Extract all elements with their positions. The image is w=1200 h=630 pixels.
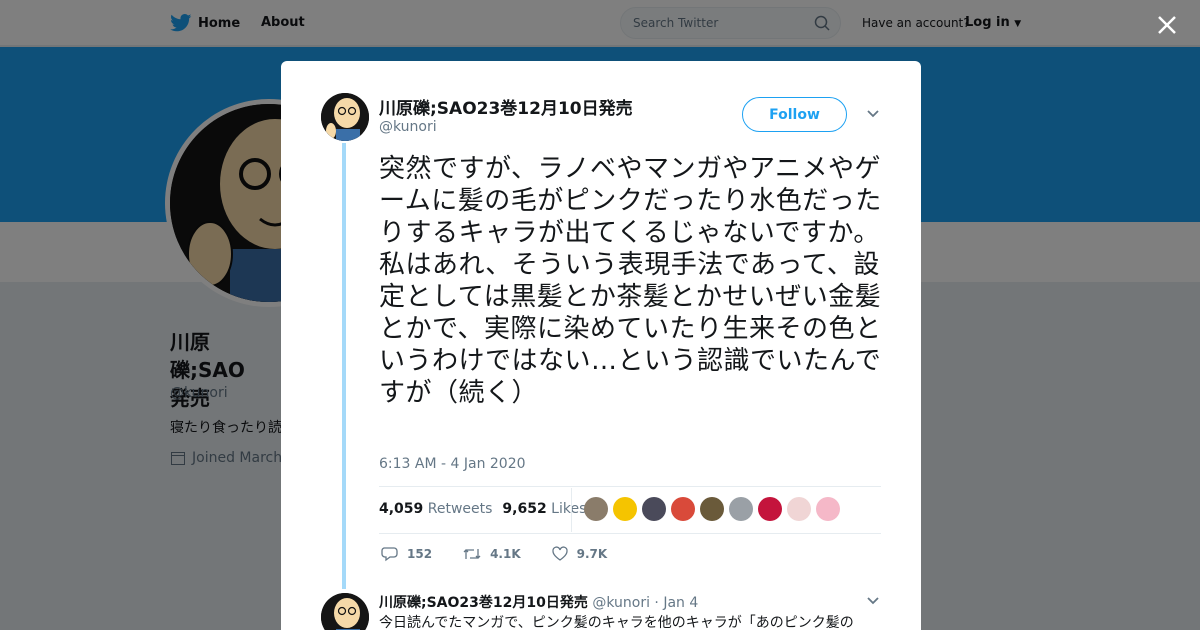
tweet-stats: 4,059 Retweets 9,652 Likes bbox=[379, 501, 586, 517]
reply-separator: · bbox=[654, 595, 659, 611]
author-avatar[interactable] bbox=[321, 93, 369, 141]
like-count: 9.7K bbox=[576, 547, 608, 561]
cartoon-avatar-image bbox=[321, 593, 369, 630]
divider bbox=[379, 533, 881, 534]
liker-avatar[interactable] bbox=[787, 497, 811, 521]
close-icon[interactable] bbox=[1155, 13, 1179, 37]
reply-author-name[interactable]: 川原礫;SAO23巻12月10日発売 bbox=[379, 595, 588, 611]
liker-avatar[interactable] bbox=[758, 497, 782, 521]
liker-avatar[interactable] bbox=[584, 497, 608, 521]
thread-line bbox=[342, 143, 346, 589]
author-name[interactable]: 川原礫;SAO23巻12月10日発売 bbox=[379, 94, 633, 119]
retweet-icon bbox=[463, 549, 481, 559]
reply-date[interactable]: Jan 4 bbox=[663, 595, 698, 611]
chevron-down-icon[interactable] bbox=[866, 596, 880, 606]
reply-count: 152 bbox=[407, 547, 433, 561]
cartoon-avatar-image bbox=[321, 93, 369, 141]
like-button[interactable]: 9.7K bbox=[551, 546, 608, 562]
tweet-timestamp[interactable]: 6:13 AM - 4 Jan 2020 bbox=[379, 456, 526, 472]
liker-avatar[interactable] bbox=[671, 497, 695, 521]
heart-icon bbox=[551, 546, 568, 561]
likers-avatars bbox=[584, 497, 840, 521]
chevron-down-icon[interactable] bbox=[866, 109, 880, 119]
author-handle[interactable]: @kunori bbox=[379, 119, 437, 135]
reply-text: 今日読んでたマンガで、ピンク髪のキャラを他のキャラが「あのピンク髪の bbox=[379, 615, 854, 630]
tweet-text: 突然ですが、ラノベやマンガやアニメやゲームに髪の毛がピンクだったり水色だったりす… bbox=[379, 154, 882, 408]
reply-header: 川原礫;SAO23巻12月10日発売 @kunori · Jan 4 bbox=[379, 592, 698, 612]
retweet-count: 4.1K bbox=[490, 547, 521, 561]
retweets-stat[interactable]: 4,059 Retweets bbox=[379, 501, 492, 517]
stats-divider bbox=[571, 488, 572, 532]
tweet-actions: 152 4.1K 9.7K bbox=[381, 546, 637, 562]
liker-avatar[interactable] bbox=[729, 497, 753, 521]
follow-button[interactable]: Follow bbox=[742, 97, 847, 132]
likes-stat[interactable]: 9,652 Likes bbox=[502, 501, 586, 517]
reply-button[interactable]: 152 bbox=[381, 546, 432, 562]
tweet-modal: 川原礫;SAO23巻12月10日発売 @kunori Follow 突然ですが、… bbox=[281, 61, 921, 630]
liker-avatar[interactable] bbox=[700, 497, 724, 521]
reply-icon bbox=[381, 547, 398, 562]
liker-avatar[interactable] bbox=[642, 497, 666, 521]
reply-author-avatar[interactable] bbox=[321, 593, 369, 630]
liker-avatar[interactable] bbox=[816, 497, 840, 521]
reply-author-handle[interactable]: @kunori bbox=[592, 595, 650, 611]
liker-avatar[interactable] bbox=[613, 497, 637, 521]
retweet-button[interactable]: 4.1K bbox=[462, 546, 521, 562]
divider bbox=[379, 486, 881, 487]
